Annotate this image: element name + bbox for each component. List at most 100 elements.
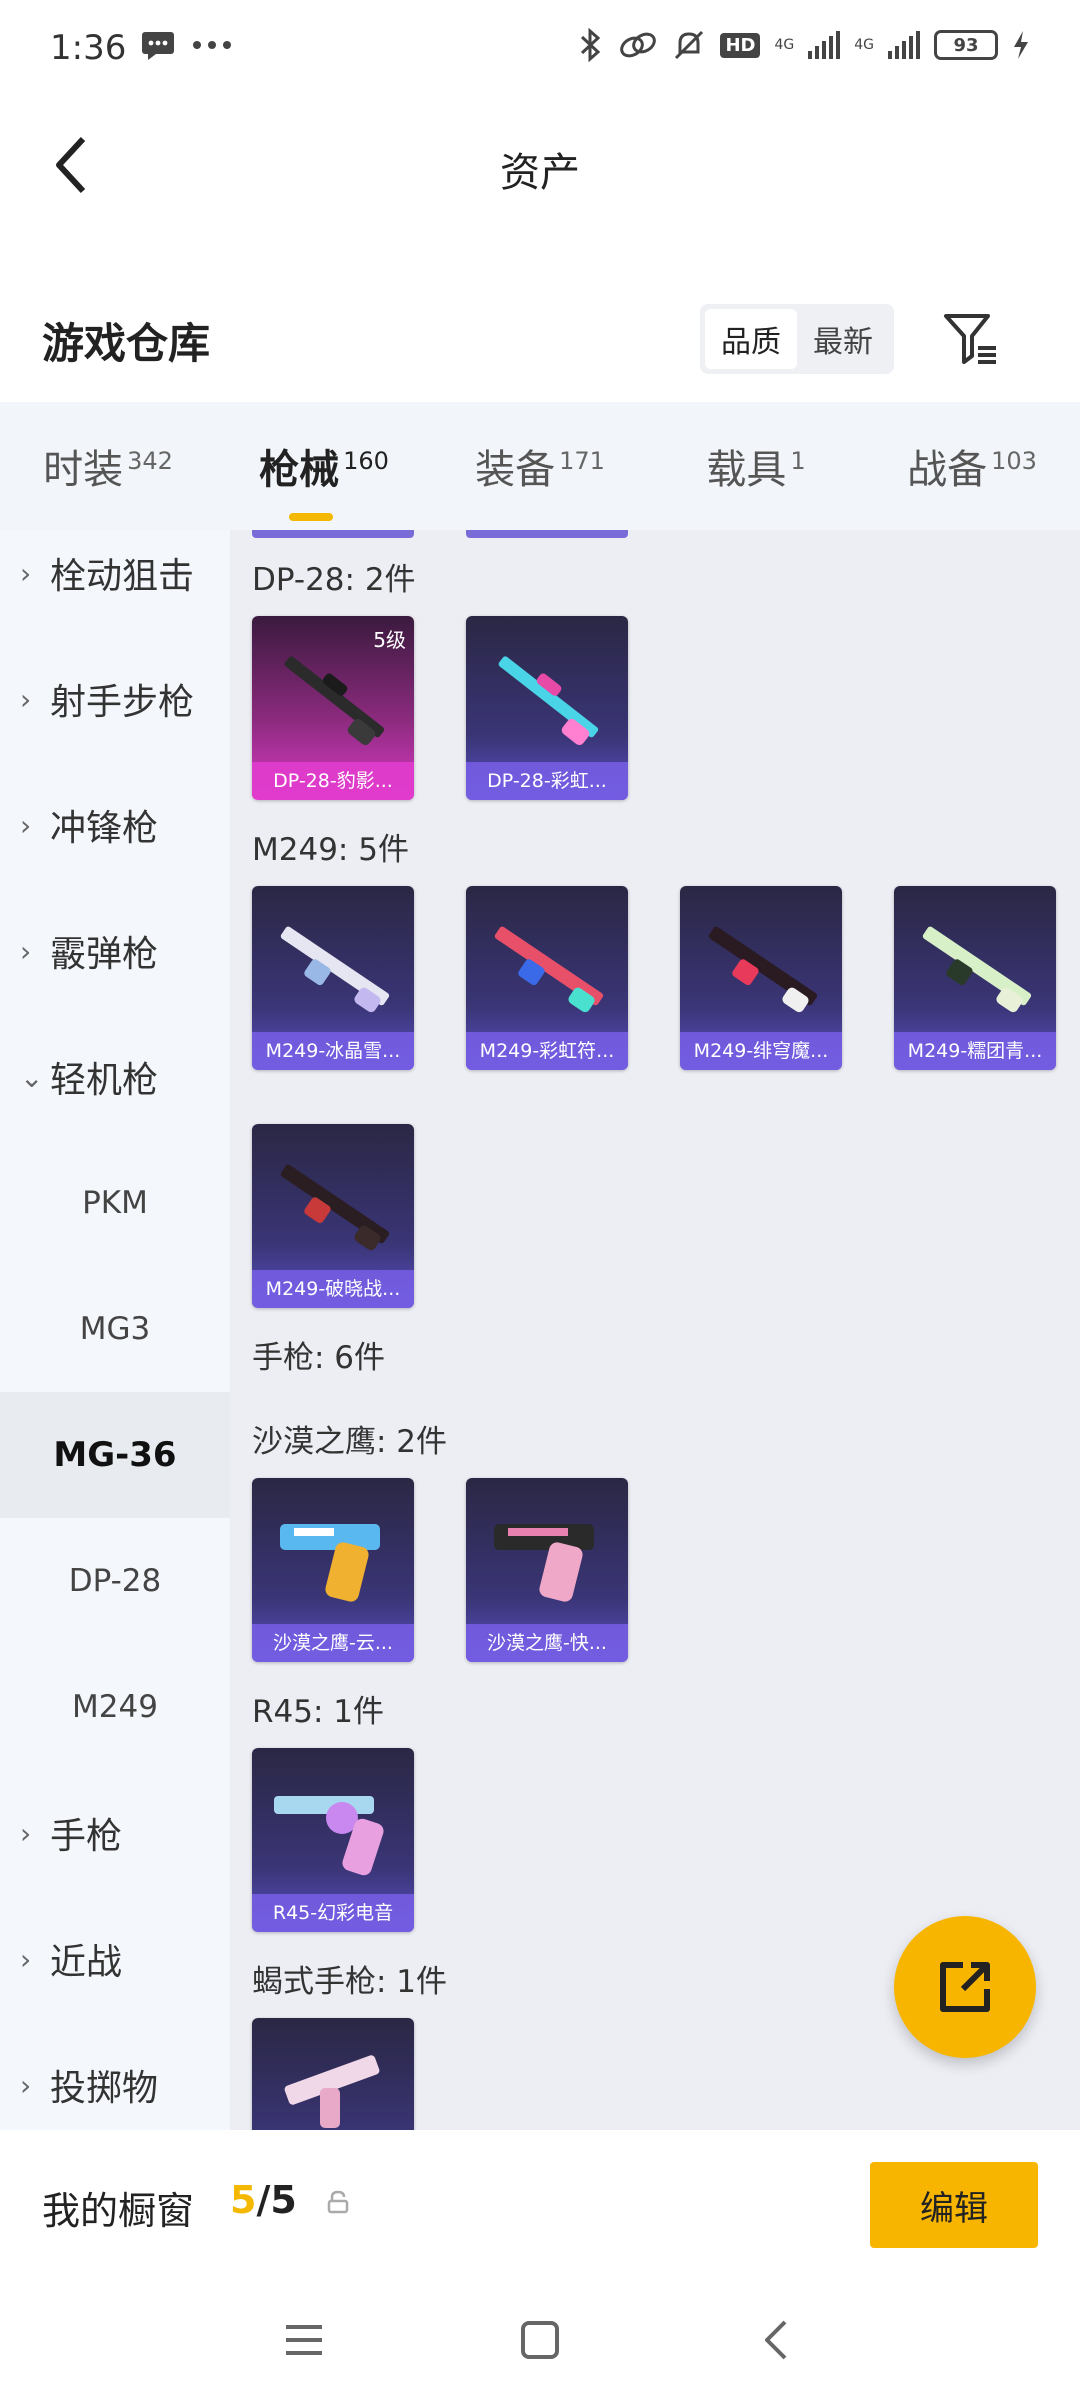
status-left-icons <box>140 30 232 60</box>
item-card[interactable]: DP-28-彩虹... <box>466 616 628 800</box>
back-nav-button[interactable] <box>746 2310 806 2370</box>
tab-count: 103 <box>991 446 1037 475</box>
group-label-m249: M249: 5件 <box>252 832 409 868</box>
lmg-skin-icon <box>708 926 818 1013</box>
item-card[interactable]: 沙漠之鹰-云... <box>252 1478 414 1662</box>
chevron-down-icon: ⌄ <box>20 1060 44 1094</box>
menu-icon <box>286 2325 322 2355</box>
sidebar-item-shotgun[interactable]: › 霰弹枪 <box>0 888 230 1014</box>
sidebar-item-label: 栓动狙击 <box>50 556 195 597</box>
signal-icon-2 <box>888 31 920 59</box>
edit-button[interactable]: 编辑 <box>870 2162 1038 2248</box>
item-name: M249-冰晶雪... <box>252 1032 414 1070</box>
recents-button[interactable] <box>274 2310 334 2370</box>
charging-icon <box>1014 31 1028 59</box>
sort-toggle: 品质 最新 <box>700 304 894 374</box>
warehouse-title: 游戏仓库 <box>42 319 211 368</box>
page-title: 资产 <box>500 150 580 196</box>
sidebar-item-label: 手枪 <box>50 1816 123 1857</box>
chevron-left-icon <box>765 2320 787 2360</box>
sidebar-item-pkm[interactable]: PKM <box>0 1140 230 1266</box>
lmg-skin-icon <box>494 926 604 1013</box>
showcase-count: 5/5 <box>230 2178 297 2222</box>
group-label-desert-eagle: 沙漠之鹰: 2件 <box>252 1424 448 1460</box>
item-card[interactable]: M249-冰晶雪... <box>252 886 414 1070</box>
status-bar: 1:36 HD 4G 4G 93 <box>0 0 1080 100</box>
sidebar-item-dp28[interactable]: DP-28 <box>0 1518 230 1644</box>
assets-page: 1:36 HD 4G 4G 93 资产 游戏仓库 品质 最新 时装 342 枪械… <box>0 0 1080 2400</box>
item-card[interactable]: M249-彩虹符... <box>466 886 628 1070</box>
sidebar-item-label: 投掷物 <box>50 2068 159 2109</box>
group-label-r45: R45: 1件 <box>252 1694 385 1730</box>
sidebar-item-throwables[interactable]: › 投掷物 <box>0 2022 230 2130</box>
sidebar-item-melee[interactable]: › 近战 <box>0 1896 230 2022</box>
sidebar-item-lmg[interactable]: ⌄ 轻机枪 <box>0 1014 230 1140</box>
item-card-peek[interactable] <box>466 530 628 538</box>
item-card[interactable] <box>252 2018 414 2130</box>
item-card[interactable]: M249-破晓战... <box>252 1124 414 1308</box>
system-nav-bar <box>0 2280 1080 2400</box>
hd-badge: HD <box>720 32 761 58</box>
tab-fashion[interactable]: 时装 342 <box>0 437 216 495</box>
category-tabs: 时装 342 枪械 160 装备 171 载具 1 战备 103 <box>0 402 1080 530</box>
lock-icon <box>327 2190 349 2214</box>
battery-level: 93 <box>953 34 979 56</box>
group-label-scorpion: 蝎式手枪: 1件 <box>252 1964 448 2000</box>
share-button[interactable] <box>894 1916 1036 2058</box>
sidebar-item-label: 近战 <box>50 1942 123 1983</box>
filter-icon <box>944 314 996 364</box>
category-sidebar: › 栓动狙击 › 射手步枪 › 冲锋枪 › 霰弹枪 ⌄ 轻机枪 PKM MG3 MG-36… <box>0 530 230 2130</box>
showcase-current: 5 <box>230 2178 257 2222</box>
lmg-skin-icon <box>280 1164 390 1251</box>
sort-option-quality[interactable]: 品质 <box>705 309 797 369</box>
group-label-dp28: DP-28: 2件 <box>252 562 416 598</box>
item-name: M249-彩虹符... <box>466 1032 628 1070</box>
tab-supplies[interactable]: 战备 103 <box>864 437 1080 495</box>
sidebar-item-pistol[interactable]: › 手枪 <box>0 1770 230 1896</box>
home-button[interactable] <box>510 2310 570 2370</box>
sort-option-newest[interactable]: 最新 <box>797 309 889 369</box>
showcase-label: 我的橱窗 <box>42 2189 195 2233</box>
tab-label: 枪械 <box>259 447 340 493</box>
sidebar-item-mg36[interactable]: MG-36 <box>0 1392 230 1518</box>
network-4g-label-1: 4G <box>774 37 795 53</box>
sidebar-item-label: 轻机枪 <box>50 1060 159 1101</box>
tab-count: 160 <box>343 446 389 475</box>
warehouse-row: 游戏仓库 品质 最新 <box>0 290 1080 390</box>
item-card[interactable]: 沙漠之鹰-快... <box>466 1478 628 1662</box>
sidebar-item-mg3[interactable]: MG3 <box>0 1266 230 1392</box>
lmg-skin-icon <box>498 656 599 746</box>
sidebar-item-m249[interactable]: M249 <box>0 1644 230 1770</box>
chevron-right-icon: › <box>20 934 32 968</box>
item-card[interactable]: 5级 DP-28-豹影... <box>252 616 414 800</box>
sidebar-item-label: 冲锋枪 <box>50 808 159 849</box>
item-card[interactable]: M249-绯穹魔... <box>680 886 842 1070</box>
showcase-separator: / <box>256 2178 271 2222</box>
tab-label: 战备 <box>907 447 988 493</box>
smg-pistol-skin-icon <box>284 2055 380 2128</box>
tab-vehicles[interactable]: 载具 1 <box>648 437 864 495</box>
sidebar-item-smg[interactable]: › 冲锋枪 <box>0 762 230 888</box>
share-icon <box>940 1962 990 2012</box>
tab-gear[interactable]: 装备 171 <box>432 437 648 495</box>
group-label-pistol: 手枪: 6件 <box>252 1340 386 1376</box>
link-icon <box>620 32 657 58</box>
tab-label: 时装 <box>43 447 124 493</box>
item-name: 沙漠之鹰-云... <box>252 1624 414 1662</box>
item-name: R45-幻彩电音 <box>252 1894 414 1932</box>
tab-count: 342 <box>127 446 173 475</box>
showcase-total: 5 <box>270 2178 297 2222</box>
item-card-peek[interactable] <box>252 530 414 538</box>
filter-button[interactable] <box>936 304 1006 374</box>
chevron-right-icon: › <box>20 2068 32 2102</box>
tab-weapons[interactable]: 枪械 160 <box>216 437 432 521</box>
sidebar-item-marksman-rifle[interactable]: › 射手步枪 <box>0 636 230 762</box>
tab-count: 171 <box>559 446 605 475</box>
sidebar-item-bolt-sniper[interactable]: › 栓动狙击 <box>0 530 230 636</box>
network-4g-label-2: 4G <box>854 37 874 53</box>
item-name: DP-28-豹影... <box>252 762 414 800</box>
item-card[interactable]: M249-糯团青... <box>894 886 1056 1070</box>
mute-bell-icon <box>675 30 704 60</box>
chevron-right-icon: › <box>20 808 32 842</box>
item-card[interactable]: R45-幻彩电音 <box>252 1748 414 1932</box>
